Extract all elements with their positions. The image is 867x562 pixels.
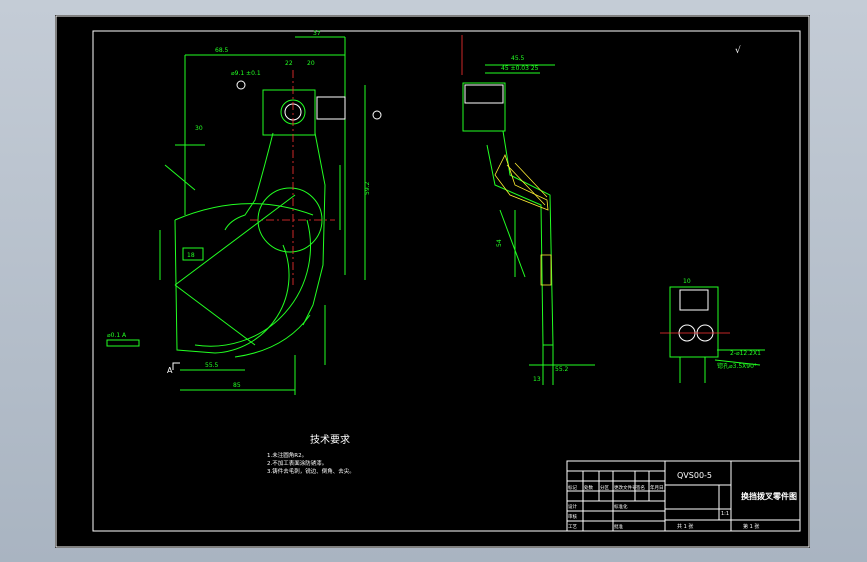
header-cell-3: 更改文件号: [614, 484, 637, 491]
scale-value: 1:1: [721, 511, 729, 517]
tech-req-title: 技术要求: [310, 433, 350, 446]
radial-line-b: [174, 284, 256, 346]
note-circle-right: [372, 110, 382, 120]
side-dim-sub: 45 ±0.03 25: [501, 65, 539, 72]
dim-width-left: 68.5: [215, 47, 229, 54]
header-cell-5: 年月日: [650, 484, 664, 491]
detail-chamfer-note: 锪孔⌀3.5X90°: [717, 362, 757, 370]
dim-20: 20: [307, 60, 315, 67]
cad-viewport: 68.5 37 ⌀9.1 ±0.1 30 22 20 18 55.5 85 59…: [0, 0, 867, 562]
tolerance-text: ⌀0.1 A: [107, 332, 127, 339]
tech-req-note-1: 1.未注圆角R2。: [267, 451, 307, 459]
header-cell-2: 分区: [600, 484, 609, 491]
detail-hole-note: 2-⌀12.2X1: [730, 350, 761, 357]
dim-bottom-b: 85: [233, 382, 241, 389]
dim-22: 22: [285, 60, 293, 67]
drawing-number: QVS00-5: [677, 471, 712, 480]
inner-border: [92, 30, 801, 532]
header-cell-1: 处数: [584, 484, 593, 491]
approve-label: 批准: [614, 523, 623, 530]
arm-left-edge: [224, 132, 274, 231]
row-label-design: 设计: [568, 503, 577, 510]
side-dim-13: 13: [533, 376, 541, 383]
dim-30: 30: [195, 125, 203, 132]
dim-top-span: 37: [313, 30, 321, 37]
row-label-review: 审核: [568, 513, 577, 520]
drawing-sheet: 68.5 37 ⌀9.1 ±0.1 30 22 20 18 55.5 85 59…: [55, 15, 810, 548]
side-dim-width: 45.5: [511, 55, 525, 62]
side-view: [461, 35, 595, 385]
side-hatch: [494, 153, 549, 211]
tech-req-note-2: 2.不加工表面涂防锈漆。: [267, 459, 327, 467]
sheet-index: 第 1 张: [743, 523, 759, 530]
front-view: [106, 36, 382, 395]
tech-req-note-3: 3.铸件去毛刺，锐边、倒角、去尖。: [267, 467, 355, 475]
dim-line-15: [164, 164, 196, 191]
fork-top: [174, 203, 314, 221]
row-label-process: 工艺: [568, 524, 577, 530]
arm-right-edge: [302, 132, 326, 326]
detail-body: [669, 286, 719, 358]
detail-dim-10: 10: [683, 278, 691, 285]
roughness-symbol: √: [735, 45, 741, 56]
radial-line-a: [174, 194, 296, 286]
dim-bottom-a: 55.5: [205, 362, 219, 369]
outer-border: [55, 15, 810, 548]
dim-18: 18: [187, 252, 195, 259]
side-dim-54-text: 54: [496, 239, 503, 247]
top-hub: [262, 89, 316, 136]
sheet-total: 共 1 张: [677, 523, 693, 530]
header-cell-0: 标记: [568, 484, 577, 491]
detail-top: [679, 289, 709, 311]
side-dim-diag: [499, 209, 526, 278]
drawing-title: 换挡拨叉零件图: [741, 491, 797, 501]
side-hub: [462, 82, 506, 132]
dim-phi-top: ⌀9.1 ±0.1: [231, 70, 261, 77]
side-hub-inner: [464, 84, 504, 104]
side-dim-55-2: 55.2: [555, 366, 569, 373]
note-circle-left: [236, 80, 246, 90]
section-arrow-a: [172, 362, 180, 370]
fork-bottom: [234, 314, 311, 358]
std-label: 标准化: [614, 503, 628, 510]
drawing-canvas: 68.5 37 ⌀9.1 ±0.1 30 22 20 18 55.5 85 59…: [55, 15, 810, 548]
section-label-a: A: [167, 366, 173, 375]
fork-left: [174, 219, 216, 354]
dim-side-right: 59.2: [364, 181, 371, 195]
side-arm: [485, 130, 554, 346]
flag-symbols: [316, 96, 346, 120]
header-cell-4: 签名: [636, 484, 645, 491]
tolerance-frame: [106, 339, 140, 347]
